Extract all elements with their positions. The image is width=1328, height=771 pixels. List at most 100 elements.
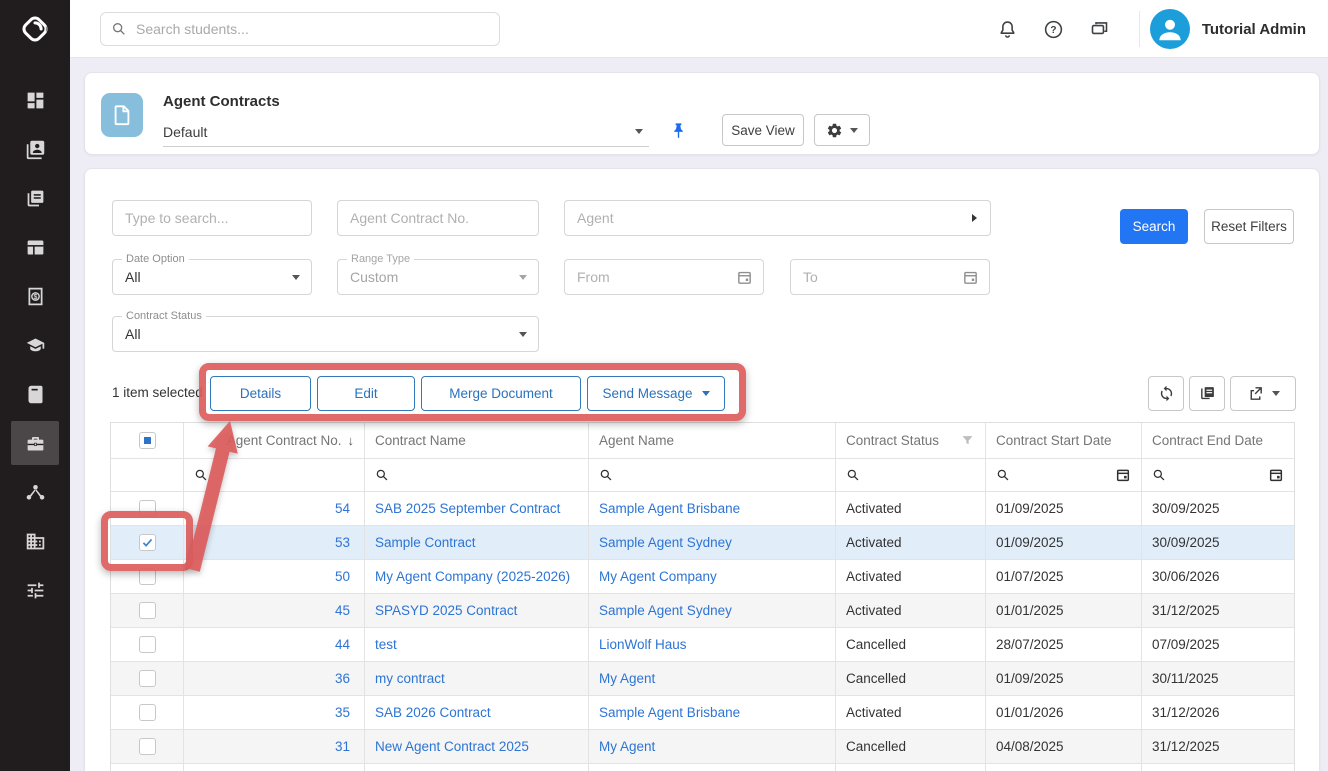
messages-button[interactable] [1077, 9, 1123, 49]
contract-no-field[interactable] [337, 200, 539, 236]
contract-no-link[interactable]: 53 [335, 535, 350, 550]
contract-name-link[interactable]: SPASYD 2025 Contract [375, 603, 517, 618]
date-to-input[interactable] [803, 269, 977, 285]
table-row[interactable]: 31 New Agent Contract 2025 My Agent Canc… [111, 730, 1294, 764]
sidebar-item-settings[interactable] [11, 568, 59, 612]
select-all-cell[interactable] [111, 423, 184, 459]
row-checkbox[interactable] [139, 568, 156, 585]
date-from-field[interactable] [564, 259, 764, 295]
agent-name-link[interactable]: LionWolf Haus [599, 637, 687, 652]
row-select-cell[interactable] [111, 696, 184, 730]
contract-no-link[interactable]: 50 [335, 569, 350, 584]
search-button[interactable]: Search [1120, 209, 1188, 244]
column-header-start-date[interactable]: Contract Start Date [986, 423, 1142, 459]
table-row[interactable] [111, 764, 1294, 771]
row-select-cell[interactable] [111, 662, 184, 696]
merge-document-button[interactable]: Merge Document [421, 376, 581, 411]
filter-cell-end-date[interactable] [1142, 459, 1294, 492]
agent-name-link[interactable]: Sample Agent Brisbane [599, 705, 740, 720]
sidebar-item-documents[interactable] [11, 176, 59, 220]
contract-name-link[interactable]: test [375, 637, 397, 652]
agent-name-link[interactable]: Sample Agent Sydney [599, 603, 732, 618]
date-to-field[interactable] [790, 259, 990, 295]
sidebar-item-contacts[interactable] [11, 127, 59, 171]
send-message-button[interactable]: Send Message [587, 376, 725, 411]
filter-cell-contract-no[interactable] [184, 459, 365, 492]
reset-filters-button[interactable]: Reset Filters [1204, 209, 1294, 244]
refresh-button[interactable] [1148, 376, 1184, 411]
contract-name-link[interactable]: New Agent Contract 2025 [375, 739, 529, 754]
edit-button[interactable]: Edit [317, 376, 415, 411]
table-row[interactable]: 44 test LionWolf Haus Cancelled 28/07/20… [111, 628, 1294, 662]
column-header-contract-no[interactable]: Agent Contract No.↓ [184, 423, 365, 459]
row-checkbox[interactable] [139, 500, 156, 517]
filter-cell-agent-name[interactable] [589, 459, 836, 492]
row-select-cell[interactable] [111, 492, 184, 526]
details-button[interactable]: Details [210, 376, 311, 411]
contract-no-link[interactable]: 54 [335, 501, 350, 516]
table-row[interactable]: 36 my contract My Agent Cancelled 01/09/… [111, 662, 1294, 696]
filter-cell-contract-name[interactable] [365, 459, 589, 492]
agent-dropdown[interactable] [564, 200, 991, 236]
row-checkbox[interactable] [139, 602, 156, 619]
select-all-checkbox[interactable] [139, 432, 156, 449]
sidebar-item-dashboard[interactable] [11, 78, 59, 122]
row-select-cell[interactable] [111, 594, 184, 628]
sidebar-item-book[interactable] [11, 372, 59, 416]
save-view-button[interactable]: Save View [722, 114, 804, 146]
column-header-contract-name[interactable]: Contract Name [365, 423, 589, 459]
contract-no-link[interactable]: 45 [335, 603, 350, 618]
table-row[interactable]: 45 SPASYD 2025 Contract Sample Agent Syd… [111, 594, 1294, 628]
table-row[interactable]: 53 Sample Contract Sample Agent Sydney A… [111, 526, 1294, 560]
contract-no-link[interactable]: 36 [335, 671, 350, 686]
row-checkbox[interactable] [139, 534, 156, 551]
row-select-cell[interactable] [111, 628, 184, 662]
user-menu[interactable]: Tutorial Admin [1150, 9, 1328, 49]
table-row[interactable]: 35 SAB 2026 Contract Sample Agent Brisba… [111, 696, 1294, 730]
export-button[interactable] [1230, 376, 1296, 411]
sidebar-item-network[interactable] [11, 470, 59, 514]
column-chooser-button[interactable] [1189, 376, 1225, 411]
agent-name-link[interactable]: My Agent [599, 739, 655, 754]
sidebar-item-agents[interactable] [11, 421, 59, 465]
app-logo[interactable] [0, 0, 70, 58]
contract-no-link[interactable]: 31 [335, 739, 350, 754]
filter-cell-start-date[interactable] [986, 459, 1142, 492]
column-header-end-date[interactable]: Contract End Date [1142, 423, 1294, 459]
keyword-search-field[interactable] [112, 200, 312, 236]
contract-name-link[interactable]: My Agent Company (2025-2026) [375, 569, 570, 584]
row-select-cell[interactable] [111, 764, 184, 771]
agent-input[interactable] [577, 210, 978, 226]
view-settings-button[interactable] [814, 114, 870, 146]
date-from-input[interactable] [577, 269, 751, 285]
column-header-contract-status[interactable]: Contract Status [836, 423, 986, 459]
agent-name-link[interactable]: Sample Agent Sydney [599, 535, 732, 550]
sidebar-item-layout[interactable] [11, 225, 59, 269]
sidebar-item-organisation[interactable] [11, 519, 59, 563]
contract-no-link[interactable]: 44 [335, 637, 350, 652]
table-row[interactable]: 54 SAB 2025 September Contract Sample Ag… [111, 492, 1294, 526]
sidebar-item-education[interactable] [11, 323, 59, 367]
contract-name-link[interactable]: Sample Contract [375, 535, 476, 550]
row-select-cell[interactable] [111, 560, 184, 594]
table-row[interactable]: 50 My Agent Company (2025-2026) My Agent… [111, 560, 1294, 594]
contract-name-link[interactable]: my contract [375, 671, 445, 686]
column-header-agent-name[interactable]: Agent Name [589, 423, 836, 459]
pin-view-button[interactable] [665, 117, 691, 143]
contract-no-link[interactable]: 35 [335, 705, 350, 720]
sidebar-item-invoices[interactable]: $ [11, 274, 59, 318]
contract-status-select[interactable]: Contract Status All [112, 316, 539, 352]
row-checkbox[interactable] [139, 636, 156, 653]
date-option-select[interactable]: Date Option All [112, 259, 312, 295]
global-search-input[interactable] [136, 21, 489, 37]
contract-no-input[interactable] [350, 210, 526, 226]
row-select-cell[interactable] [111, 526, 184, 560]
view-select[interactable]: Default [163, 117, 649, 147]
contract-name-link[interactable]: SAB 2025 September Contract [375, 501, 560, 516]
filter-cell-status[interactable] [836, 459, 986, 492]
keyword-search-input[interactable] [125, 210, 299, 226]
row-select-cell[interactable] [111, 730, 184, 764]
range-type-select[interactable]: Range Type Custom [337, 259, 539, 295]
global-search[interactable] [100, 12, 500, 46]
row-checkbox[interactable] [139, 670, 156, 687]
